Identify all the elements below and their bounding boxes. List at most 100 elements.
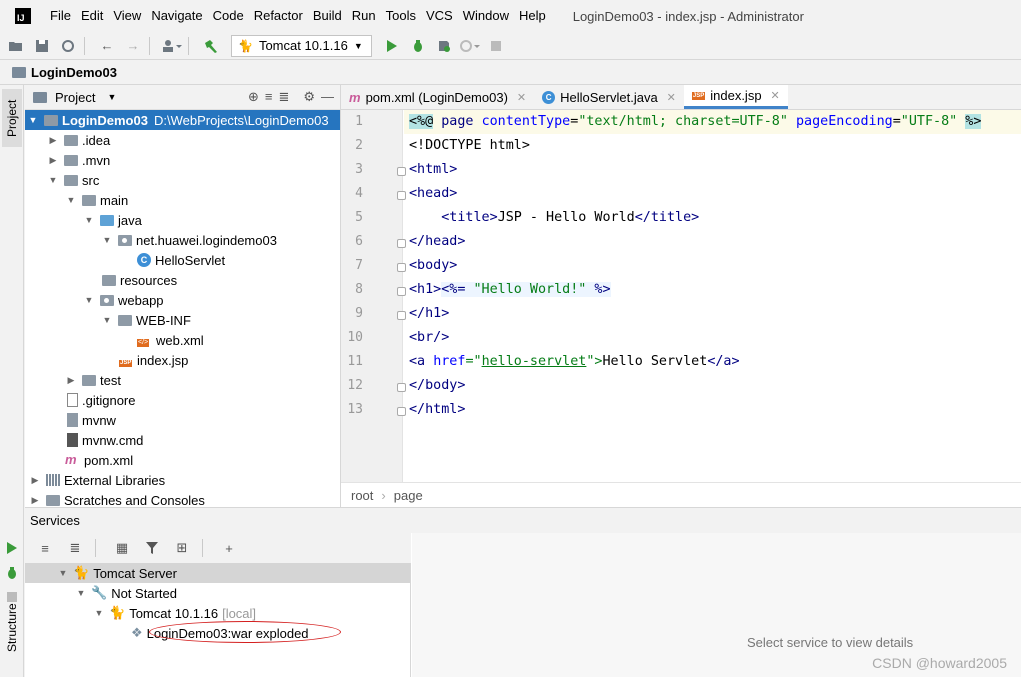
expand-all-icon[interactable]: ≡ <box>35 538 55 558</box>
project-tool-tab[interactable]: Project <box>2 89 22 147</box>
forward-arrow-icon[interactable]: → <box>123 36 143 56</box>
fold-marker-icon[interactable] <box>397 191 406 200</box>
run-configuration-dropdown[interactable]: 🐈 Tomcat 10.1.16 ▼ <box>231 34 372 57</box>
chevron-down-icon[interactable]: ▼ <box>83 295 95 305</box>
menu-file[interactable]: File <box>45 0 76 32</box>
chevron-down-icon[interactable]: ▼ <box>83 215 95 225</box>
service-tomcat-server[interactable]: ▼ 🐈 Tomcat Server <box>25 563 410 583</box>
close-icon[interactable]: ✕ <box>667 91 676 104</box>
fold-marker-icon[interactable] <box>397 287 406 296</box>
code-link[interactable]: hello-servlet <box>482 354 587 369</box>
service-not-started[interactable]: ▼ 🔧 Not Started <box>25 583 410 603</box>
group-by-icon[interactable]: ▦ <box>112 538 132 558</box>
tree-item-external-libraries[interactable]: ▶ External Libraries <box>25 470 340 490</box>
open-folder-icon[interactable] <box>6 36 26 56</box>
menu-help[interactable]: Help <box>514 0 551 32</box>
tab-helloservlet-java[interactable]: C HelloServlet.java ✕ <box>534 85 684 109</box>
breadcrumb-page[interactable]: page <box>394 488 423 503</box>
back-arrow-icon[interactable]: ← <box>97 36 117 56</box>
debug-bug-icon[interactable] <box>5 566 19 583</box>
tree-item-mvn[interactable]: ▶ .mvn <box>25 150 340 170</box>
chevron-right-icon[interactable]: ▶ <box>29 495 41 506</box>
tree-item-java[interactable]: ▼ java <box>25 210 340 230</box>
tree-item-scratches[interactable]: ▶ Scratches and Consoles <box>25 490 340 508</box>
sync-icon[interactable] <box>58 36 78 56</box>
chevron-down-icon[interactable]: ▼ <box>107 92 116 102</box>
menu-vcs[interactable]: VCS <box>421 0 458 32</box>
menu-run[interactable]: Run <box>347 0 381 32</box>
chevron-right-icon[interactable]: ▶ <box>47 155 59 166</box>
menu-window[interactable]: Window <box>458 0 514 32</box>
run-icon[interactable] <box>6 541 18 558</box>
fold-marker-icon[interactable] <box>397 167 406 176</box>
chevron-down-icon[interactable]: ▼ <box>57 568 69 578</box>
save-icon[interactable] <box>32 36 52 56</box>
chevron-down-icon[interactable]: ▼ <box>101 235 113 245</box>
fold-marker-icon[interactable] <box>397 263 406 272</box>
tab-index-jsp[interactable]: JSP index.jsp ✕ <box>683 85 788 109</box>
breadcrumb-project[interactable]: LoginDemo03 <box>31 65 117 80</box>
chevron-down-icon[interactable]: ▼ <box>47 175 59 185</box>
menu-navigate[interactable]: Navigate <box>146 0 207 32</box>
tree-item-test[interactable]: ▶ test <box>25 370 340 390</box>
chevron-right-icon[interactable]: ▶ <box>65 375 77 386</box>
coverage-icon[interactable] <box>434 36 454 56</box>
debug-bug-icon[interactable] <box>408 36 428 56</box>
chevron-down-icon[interactable]: ▼ <box>75 588 87 598</box>
gear-icon[interactable]: ⚙ <box>303 89 315 105</box>
collapse-all-icon[interactable]: ≣ <box>65 538 85 558</box>
menu-view[interactable]: View <box>108 0 146 32</box>
menu-code[interactable]: Code <box>208 0 249 32</box>
build-hammer-icon[interactable] <box>201 36 221 56</box>
tree-item-src[interactable]: ▼ src <box>25 170 340 190</box>
tree-item-webinf[interactable]: ▼ WEB-INF <box>25 310 340 330</box>
run-icon[interactable] <box>382 36 402 56</box>
toolbar-divider <box>149 36 150 55</box>
tree-item-main[interactable]: ▼ main <box>25 190 340 210</box>
project-view-selector[interactable]: Project <box>55 90 95 105</box>
tree-item-resources[interactable]: resources <box>25 270 340 290</box>
tree-item-idea[interactable]: ▶ .idea <box>25 130 340 150</box>
tree-item-gitignore[interactable]: .gitignore <box>25 390 340 410</box>
fold-marker-icon[interactable] <box>397 383 406 392</box>
close-icon[interactable]: ✕ <box>517 91 526 104</box>
close-icon[interactable]: ✕ <box>771 89 780 102</box>
fold-marker-icon[interactable] <box>397 311 406 320</box>
menu-edit[interactable]: Edit <box>76 0 108 32</box>
expand-all-icon[interactable]: ≡ <box>265 89 273 105</box>
chevron-down-icon[interactable]: ▼ <box>93 608 105 618</box>
profile-icon[interactable] <box>459 36 480 56</box>
chevron-right-icon[interactable]: ▶ <box>47 135 59 146</box>
tree-item-mvnw[interactable]: mvnw <box>25 410 340 430</box>
chevron-down-icon[interactable]: ▼ <box>101 315 113 325</box>
tree-item-root[interactable]: ▼ LoginDemo03 D:\WebProjects\LoginDemo03 <box>25 110 340 130</box>
menu-build[interactable]: Build <box>308 0 347 32</box>
fold-marker-icon[interactable] <box>397 239 406 248</box>
fold-marker-icon[interactable] <box>397 407 406 416</box>
menu-refactor[interactable]: Refactor <box>249 0 308 32</box>
code-editor[interactable]: 1 2 3 4 5 6 7 8 9 10 11 12 13 <%@ page c… <box>341 110 1021 482</box>
stop-icon[interactable] <box>6 591 18 606</box>
minimize-icon[interactable]: — <box>321 89 334 105</box>
tree-item-pom[interactable]: m pom.xml <box>25 450 340 470</box>
tree-item-mvnwcmd[interactable]: mvnw.cmd <box>25 430 340 450</box>
menu-tools[interactable]: Tools <box>381 0 421 32</box>
collapse-all-icon[interactable]: ≣ <box>278 89 289 105</box>
tree-item-webxml[interactable]: web.xml <box>25 330 340 350</box>
breadcrumb-root[interactable]: root <box>351 488 373 503</box>
tree-item-webapp[interactable]: ▼ webapp <box>25 290 340 310</box>
service-tomcat-instance[interactable]: ▼ 🐈 Tomcat 10.1.16 [local] <box>25 603 410 623</box>
filter-icon[interactable] <box>142 538 162 558</box>
stop-icon[interactable] <box>486 36 506 56</box>
chevron-down-icon[interactable]: ▼ <box>27 115 39 125</box>
tree-item-indexjsp[interactable]: index.jsp <box>25 350 340 370</box>
locate-target-icon[interactable]: ⊕ <box>248 89 259 105</box>
chevron-down-icon[interactable]: ▼ <box>65 195 77 205</box>
add-icon[interactable]: + <box>219 538 239 558</box>
tree-item-helloservlet[interactable]: C HelloServlet <box>25 250 340 270</box>
user-dropdown-icon[interactable] <box>162 36 182 56</box>
tab-pom-xml[interactable]: m pom.xml (LoginDemo03) ✕ <box>341 85 534 109</box>
new-tab-icon[interactable]: ⊞ <box>172 538 192 558</box>
tree-item-package[interactable]: ▼ net.huawei.logindemo03 <box>25 230 340 250</box>
chevron-right-icon[interactable]: ▶ <box>29 475 41 486</box>
